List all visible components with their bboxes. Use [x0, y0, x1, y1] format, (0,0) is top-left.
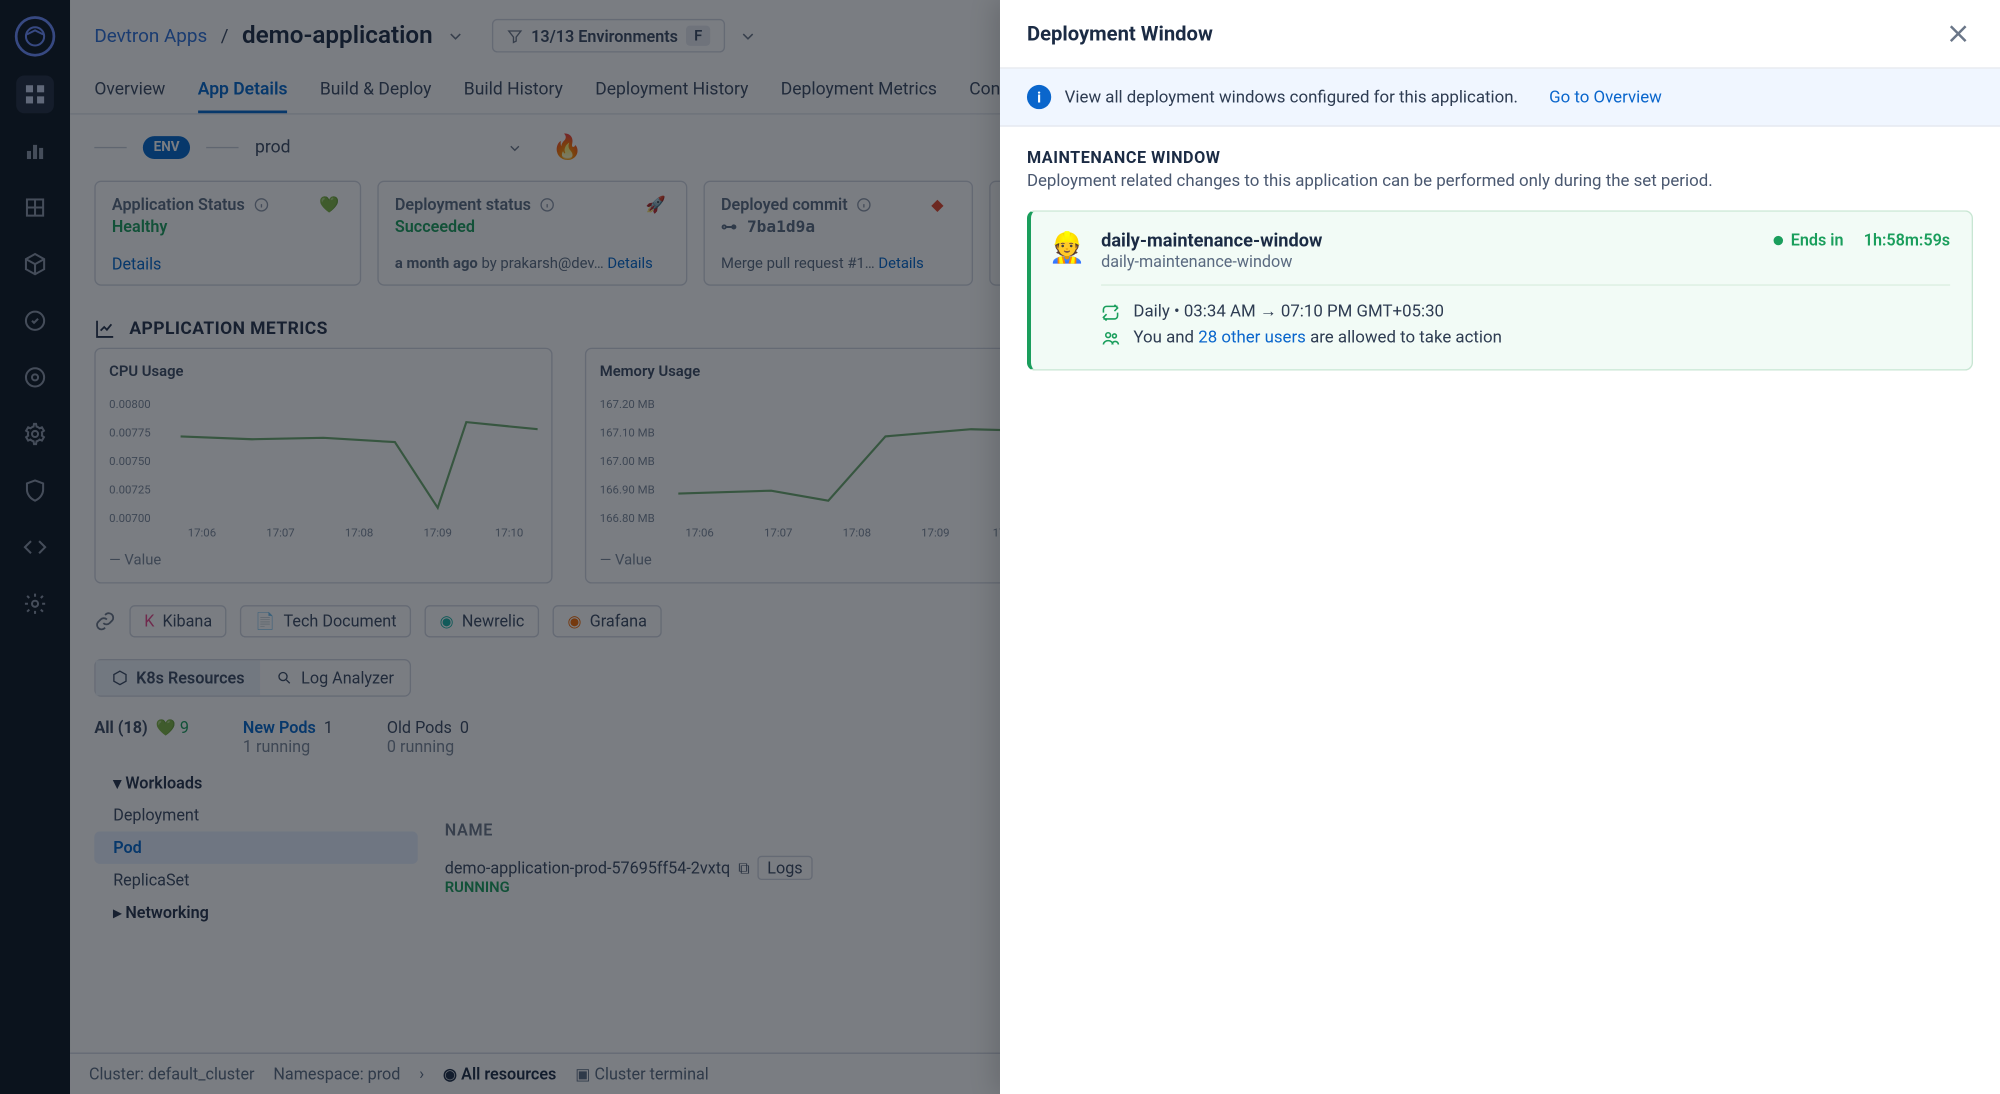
info-icon: i	[1027, 85, 1051, 109]
ends-in-badge: Ends in 1h:58m:59s	[1773, 230, 1950, 249]
schedule-line: Daily • 03:34 AM → 07:10 PM GMT+05:30	[1101, 299, 1950, 325]
window-subtitle: daily-maintenance-window	[1101, 252, 1322, 271]
repeat-icon	[1101, 303, 1120, 322]
info-banner: i View all deployment windows configured…	[1000, 69, 2000, 127]
worker-icon: 👷	[1050, 230, 1085, 265]
maintenance-window-card: 👷 daily-maintenance-window daily-mainten…	[1027, 210, 1973, 370]
window-name: daily-maintenance-window	[1101, 230, 1322, 252]
users-icon	[1101, 328, 1120, 347]
section-title: MAINTENANCE WINDOW	[1027, 148, 1973, 167]
panel-title: Deployment Window	[1027, 22, 1213, 46]
section-subtitle: Deployment related changes to this appli…	[1027, 171, 1973, 191]
other-users-link[interactable]: 28 other users	[1198, 327, 1306, 347]
close-button[interactable]	[1943, 19, 1973, 49]
overlay-dim[interactable]	[0, 0, 1000, 1094]
deployment-window-panel: Deployment Window i View all deployment …	[1000, 0, 2000, 1094]
status-dot-icon	[1773, 235, 1782, 244]
close-icon	[1943, 19, 1973, 49]
go-to-overview-link[interactable]: Go to Overview	[1549, 87, 1662, 107]
users-line: You and 28 other users are allowed to ta…	[1101, 325, 1950, 351]
